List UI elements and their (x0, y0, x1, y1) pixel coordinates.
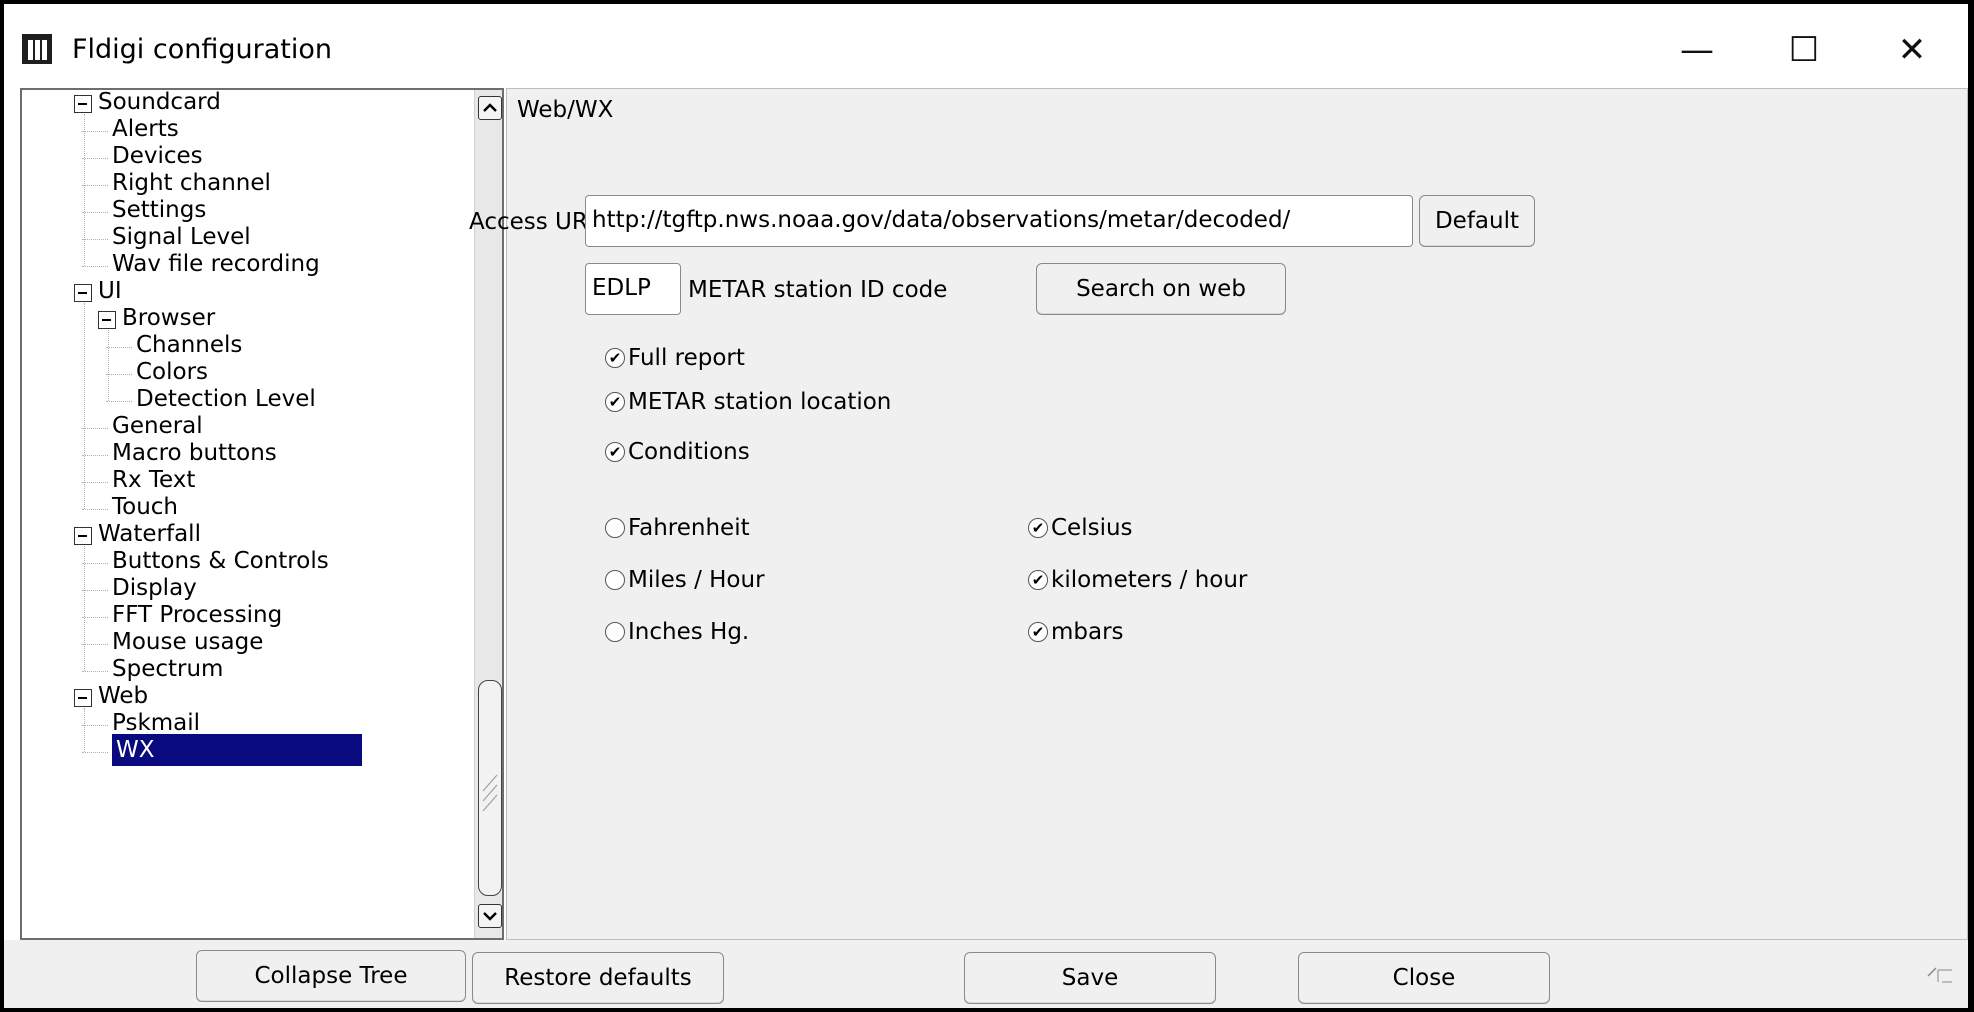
settings-panel: Web/WX Access URL http://tgftp.nws.noaa.… (469, 88, 1968, 940)
arrow-up-icon[interactable] (478, 96, 502, 120)
scrollbar-thumb[interactable] (478, 680, 502, 896)
collapse-toggle-icon[interactable] (74, 689, 92, 707)
km-hour-checkbox[interactable]: ✔ kilometers / hour (1028, 567, 1247, 593)
config-tree-panel: Soundcard Alerts Devices Right channel Setti… (20, 88, 504, 940)
bottom-bar: Collapse Tree Restore defaults Save Clos… (4, 940, 1968, 1008)
tree-connector (84, 303, 85, 509)
window-body: Fldigi configuration — ☐ ✕ Soundcard Aler… (4, 4, 1968, 1008)
tree-connector (82, 239, 108, 240)
close-window-button[interactable]: ✕ (1882, 24, 1942, 76)
fahrenheit-label: Fahrenheit (628, 515, 750, 541)
inches-hg-label: Inches Hg. (628, 619, 750, 645)
station-id-label: METAR station ID code (688, 277, 948, 303)
conditions-checkbox[interactable]: ✔ Conditions (605, 439, 750, 465)
tree-connector (82, 185, 108, 186)
celsius-label: Celsius (1051, 515, 1133, 541)
collapse-toggle-icon[interactable] (98, 311, 116, 329)
tree-connector (82, 725, 108, 726)
checkbox-icon (605, 518, 625, 538)
tree-connector (82, 131, 108, 132)
app-icon (22, 34, 52, 64)
minimize-button[interactable]: — (1667, 24, 1727, 76)
checkmark-icon: ✔ (605, 442, 625, 462)
station-id-input[interactable]: EDLP (585, 263, 681, 315)
checkmark-icon: ✔ (605, 392, 625, 412)
tree-item-label: WX (111, 733, 363, 767)
full-report-checkbox[interactable]: ✔ Full report (605, 345, 745, 371)
tree-item-label: Wav file recording (112, 251, 320, 277)
tree-connector (82, 563, 108, 564)
grip-icon (482, 774, 498, 811)
app-window: Fldigi configuration — ☐ ✕ Soundcard Aler… (0, 0, 1974, 1012)
tree-connector (106, 401, 132, 402)
miles-hour-checkbox[interactable]: Miles / Hour (605, 567, 765, 593)
arrow-down-icon[interactable] (478, 904, 502, 928)
miles-hour-label: Miles / Hour (628, 567, 765, 593)
tree-connector (82, 455, 108, 456)
tree-connector (82, 752, 108, 753)
collapse-toggle-icon[interactable] (74, 527, 92, 545)
tree-connector (106, 374, 132, 375)
window-title: Fldigi configuration (72, 34, 332, 65)
collapse-tree-button[interactable]: Collapse Tree (196, 950, 466, 1002)
save-button[interactable]: Save (964, 952, 1216, 1004)
mbars-label: mbars (1051, 619, 1124, 645)
tree-connector (84, 546, 85, 671)
section-title: Web/WX (517, 97, 614, 123)
access-url-label: Access URL (469, 209, 601, 235)
inches-hg-checkbox[interactable]: Inches Hg. (605, 619, 749, 645)
tree-connector (106, 347, 132, 348)
tree-connector (82, 671, 108, 672)
default-button[interactable]: Default (1419, 195, 1535, 247)
close-button[interactable]: Close (1298, 952, 1550, 1004)
tree-connector (84, 114, 85, 266)
config-tree: Soundcard Alerts Devices Right channel Setti… (22, 90, 472, 938)
tree-connector (82, 509, 108, 510)
access-url-input[interactable]: http://tgftp.nws.noaa.gov/data/observati… (585, 195, 1413, 247)
maximize-button[interactable]: ☐ (1774, 24, 1834, 76)
full-report-label: Full report (628, 345, 745, 371)
checkmark-icon: ✔ (1028, 622, 1048, 642)
tree-item-label: UI (98, 278, 122, 304)
conditions-label: Conditions (628, 439, 750, 465)
restore-defaults-button[interactable]: Restore defaults (472, 952, 724, 1004)
tree-connector (82, 617, 108, 618)
checkmark-icon: ✔ (605, 348, 625, 368)
tree-connector (82, 590, 108, 591)
station-location-checkbox[interactable]: ✔ METAR station location (605, 389, 891, 415)
checkmark-icon: ✔ (1028, 518, 1048, 538)
tree-connector (82, 644, 108, 645)
checkmark-icon: ✔ (1028, 570, 1048, 590)
tree-connector (82, 428, 108, 429)
search-web-button[interactable]: Search on web (1036, 263, 1286, 315)
celsius-checkbox[interactable]: ✔ Celsius (1028, 515, 1133, 541)
mbars-checkbox[interactable]: ✔ mbars (1028, 619, 1124, 645)
tree-connector (108, 330, 109, 401)
checkbox-icon (605, 570, 625, 590)
resize-grip-icon[interactable] (1926, 960, 1954, 988)
tree-connector (82, 482, 108, 483)
fahrenheit-checkbox[interactable]: Fahrenheit (605, 515, 750, 541)
tree-item-wx[interactable]: WX (22, 733, 472, 768)
tree-connector (82, 212, 108, 213)
station-location-label: METAR station location (628, 389, 892, 415)
collapse-toggle-icon[interactable] (74, 284, 92, 302)
tree-connector (84, 708, 85, 752)
tree-connector (82, 266, 108, 267)
tree-connector (82, 158, 108, 159)
collapse-toggle-icon[interactable] (74, 95, 92, 113)
title-bar: Fldigi configuration — ☐ ✕ (4, 4, 1968, 88)
km-hour-label: kilometers / hour (1051, 567, 1248, 593)
checkbox-icon (605, 622, 625, 642)
